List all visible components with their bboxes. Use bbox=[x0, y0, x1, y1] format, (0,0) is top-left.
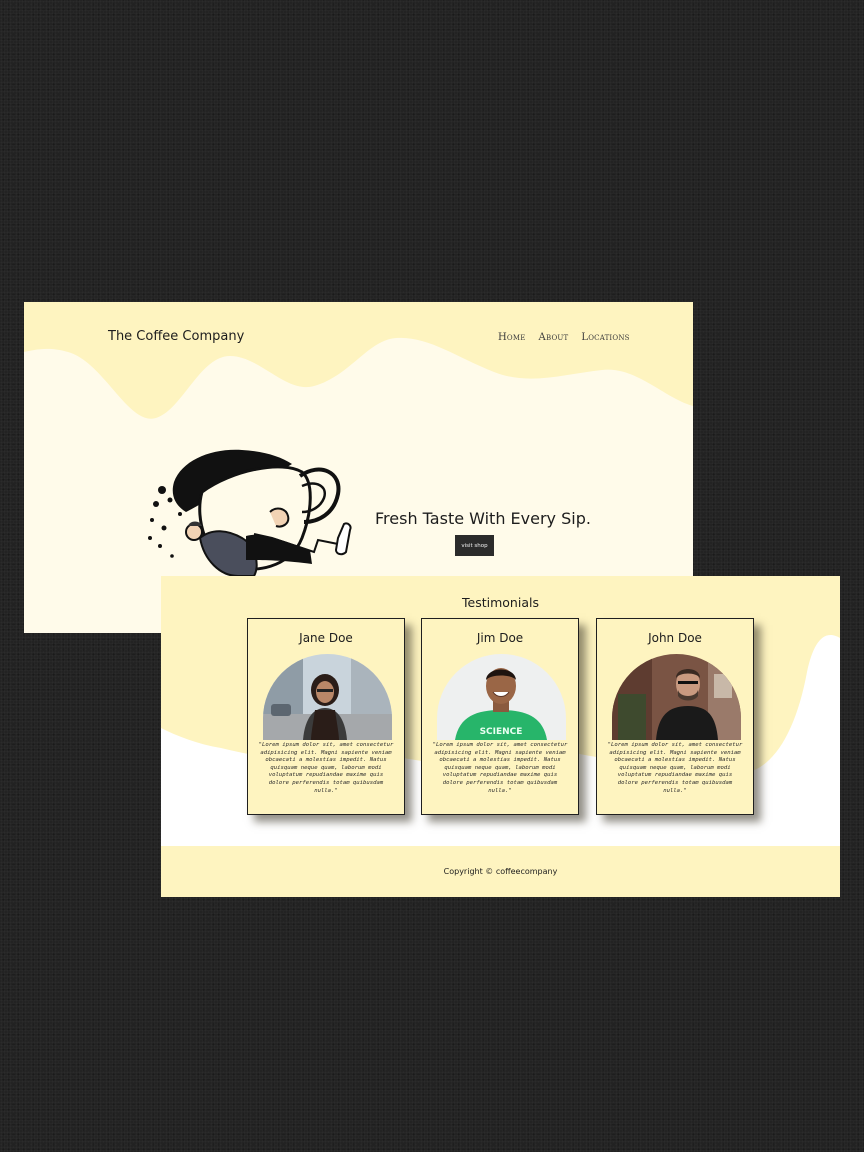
testimonial-card-jane: Jane Doe "Lorem ipsum dolor sit, amet co… bbox=[247, 618, 405, 815]
woman-glasses-street-photo bbox=[263, 654, 392, 740]
footer: Copyright © coffeecompany bbox=[161, 846, 840, 897]
brand-logo-text[interactable]: The Coffee Company bbox=[108, 329, 244, 344]
testimonials-title: Testimonials bbox=[462, 595, 539, 610]
testimonial-name: Jim Doe bbox=[476, 631, 524, 645]
nav-locations-link[interactable]: Locations bbox=[581, 332, 629, 343]
man-green-science-shirt-photo: SCIENCE bbox=[437, 654, 566, 740]
nav-about-link[interactable]: About bbox=[539, 332, 569, 343]
testimonial-card-john: John Doe "Lorem ipsum dolor sit, amet co… bbox=[596, 618, 754, 815]
man-hugging-coffee-cup-illustration bbox=[148, 449, 352, 592]
testimonial-quote: "Lorem ipsum dolor sit, amet consectetur… bbox=[432, 742, 568, 794]
testimonial-name: Jane Doe bbox=[299, 631, 353, 645]
hero-title: Fresh Taste With Every Sip. bbox=[375, 509, 591, 528]
copyright-text: Copyright © coffeecompany bbox=[443, 867, 558, 876]
visit-shop-button[interactable]: visit shop bbox=[455, 535, 494, 556]
shirt-print-text: SCIENCE bbox=[480, 727, 523, 737]
testimonial-quote: "Lorem ipsum dolor sit, amet consectetur… bbox=[607, 742, 743, 794]
testimonials-page-screenshot: Testimonials Jane Doe "Lorem ipsum dolor… bbox=[161, 576, 840, 897]
nav-home-link[interactable]: Home bbox=[498, 332, 526, 343]
header-wave-background bbox=[24, 302, 693, 419]
testimonial-card-jim: Jim Doe SCIENCE "Lorem ipsum dolor sit, … bbox=[421, 618, 579, 815]
main-nav: Home About Locations bbox=[498, 332, 630, 343]
testimonial-quote: "Lorem ipsum dolor sit, amet consectetur… bbox=[258, 742, 394, 794]
testimonial-name: John Doe bbox=[648, 631, 702, 645]
man-glasses-black-sweater-photo bbox=[612, 654, 741, 740]
